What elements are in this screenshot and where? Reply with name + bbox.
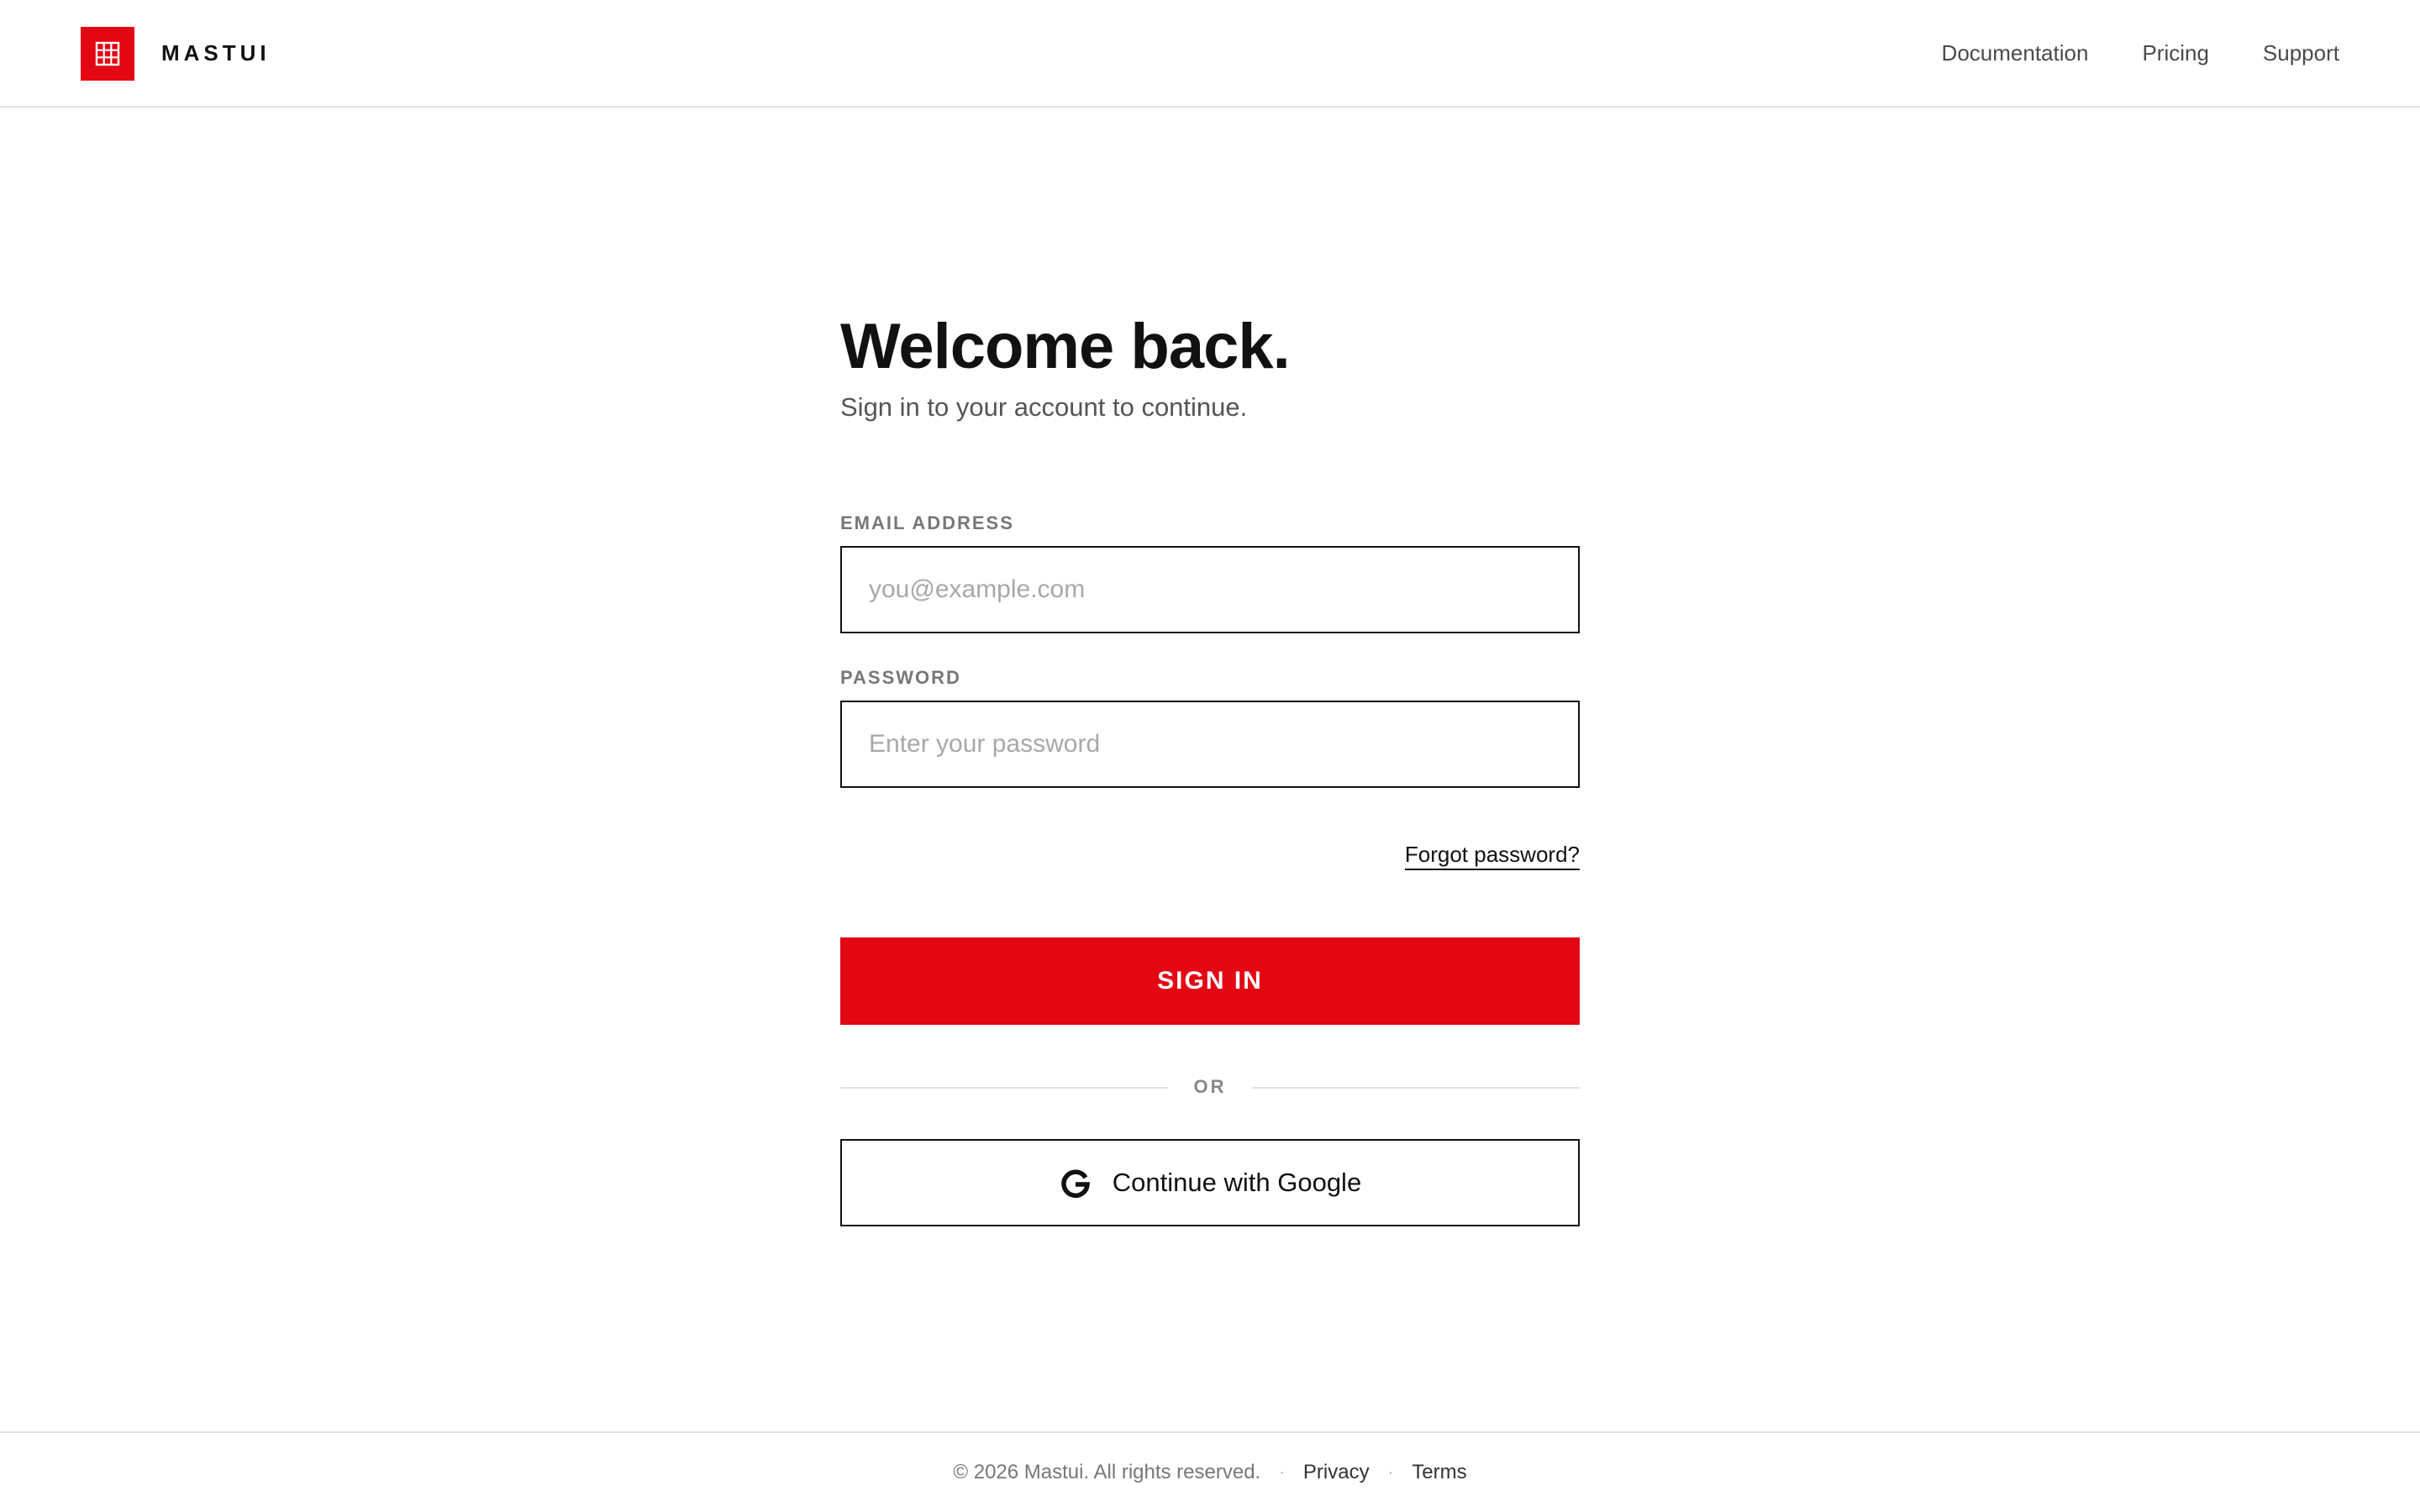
footer-separator: · — [1387, 1462, 1394, 1482]
footer-separator: · — [1279, 1462, 1285, 1482]
logo[interactable] — [81, 27, 134, 81]
nav-link-support[interactable]: Support — [2263, 40, 2339, 66]
top-nav: Documentation Pricing Support — [1942, 40, 2339, 66]
or-divider: OR — [840, 1067, 1580, 1109]
sign-in-form: Welcome back. Sign in to your account to… — [840, 311, 1580, 1226]
top-header: MASTUI Documentation Pricing Support — [0, 0, 2420, 108]
google-button-label: Continue with Google — [1112, 1168, 1362, 1197]
footer-link-terms[interactable]: Terms — [1412, 1460, 1466, 1485]
brand-name[interactable]: MASTUI — [161, 40, 271, 66]
page-subtitle: Sign in to your account to continue. — [840, 392, 1248, 422]
nav-link-pricing[interactable]: Pricing — [2142, 40, 2208, 66]
password-field[interactable] — [840, 701, 1580, 788]
divider-line-right — [1252, 1087, 1580, 1089]
page-footer: © 2026 Mastui. All rights reserved. · Pr… — [0, 1431, 2420, 1512]
page-title: Welcome back. — [840, 311, 1291, 382]
nav-link-documentation[interactable]: Documentation — [1942, 40, 2089, 66]
copyright-text: © 2026 Mastui. All rights reserved. — [953, 1461, 1261, 1483]
sign-in-button[interactable]: SIGN IN — [840, 937, 1580, 1025]
email-field[interactable] — [840, 546, 1580, 633]
forgot-password-link[interactable]: Forgot password? — [1404, 840, 1580, 870]
grid-building-icon — [95, 41, 120, 66]
footer-link-privacy[interactable]: Privacy — [1303, 1460, 1370, 1485]
password-label: PASSWORD — [840, 667, 961, 688]
continue-with-google-button[interactable]: Continue with Google — [840, 1139, 1580, 1226]
google-icon — [1061, 1169, 1090, 1198]
email-label: EMAIL ADDRESS — [840, 512, 1014, 533]
